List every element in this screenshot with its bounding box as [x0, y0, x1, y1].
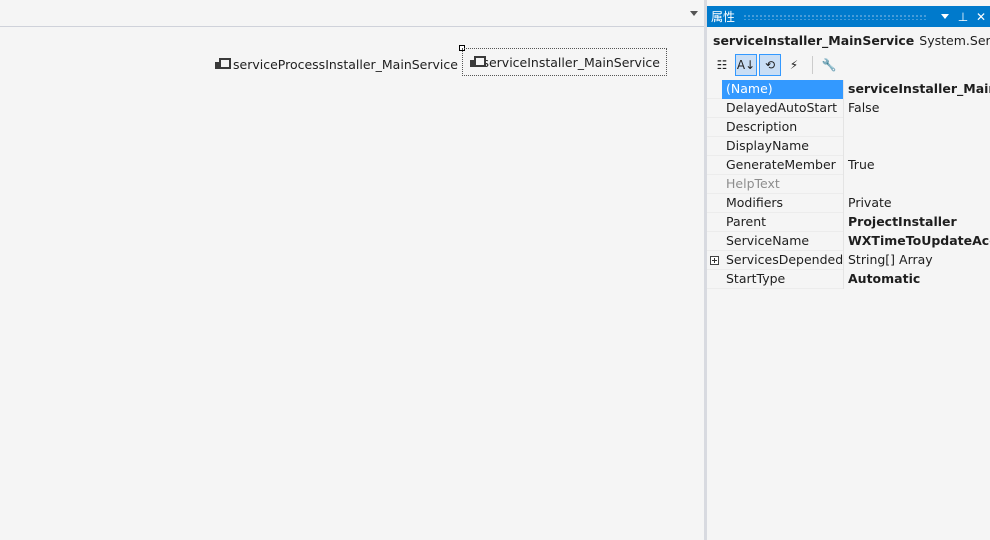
property-row[interactable]: (Name) serviceInstaller_MainService [707, 80, 990, 99]
component-label: serviceProcessInstaller_MainService [233, 56, 458, 72]
object-type: System.Service [919, 32, 990, 48]
designer-surface[interactable]: serviceProcessInstaller_MainService serv… [0, 0, 704, 540]
property-name: GenerateMember [722, 156, 844, 175]
property-name: HelpText [722, 175, 844, 194]
properties-icon[interactable]: ⟲ [759, 54, 781, 76]
properties-panel: 属性 ⊥ ✕ serviceInstaller_MainService Syst… [707, 0, 990, 540]
property-name: Parent [722, 213, 844, 232]
property-value[interactable]: Automatic [844, 270, 990, 289]
component-icon [214, 57, 231, 71]
property-row[interactable]: GenerateMember True [707, 156, 990, 175]
component-service-process-installer[interactable]: serviceProcessInstaller_MainService [208, 50, 464, 78]
events-icon[interactable]: ⚡ [783, 54, 805, 76]
chevron-down-icon[interactable] [690, 11, 698, 16]
property-value[interactable]: ProjectInstaller [844, 213, 990, 232]
property-name: Description [722, 118, 844, 137]
chevron-down-icon[interactable] [941, 14, 949, 19]
property-value[interactable]: False [844, 99, 990, 118]
property-value[interactable]: WXTimeToUpdateAccessToken [844, 232, 990, 251]
property-name: DelayedAutoStart [722, 99, 844, 118]
categorized-icon[interactable]: ☷ [711, 54, 733, 76]
property-value[interactable]: serviceInstaller_MainService [844, 80, 990, 99]
property-row[interactable]: DelayedAutoStart False [707, 99, 990, 118]
property-value[interactable]: True [844, 156, 990, 175]
property-row[interactable]: Modifiers Private [707, 194, 990, 213]
close-icon[interactable]: ✕ [972, 10, 990, 24]
property-grid: (Name) serviceInstaller_MainService Dela… [707, 80, 990, 289]
designer-tab-bar [0, 0, 704, 27]
property-value[interactable]: Private [844, 194, 990, 213]
object-selector[interactable]: serviceInstaller_MainService System.Serv… [707, 29, 990, 51]
object-name: serviceInstaller_MainService [713, 32, 915, 48]
properties-title-bar: 属性 ⊥ ✕ [707, 6, 990, 27]
property-name: ServicesDependedOn [722, 251, 844, 270]
property-name: Modifiers [722, 194, 844, 213]
toolbar-separator [812, 56, 813, 74]
property-value[interactable] [844, 118, 990, 137]
property-value[interactable]: String[] Array [844, 251, 990, 270]
property-name: StartType [722, 270, 844, 289]
property-row[interactable]: Parent ProjectInstaller [707, 213, 990, 232]
property-value[interactable] [844, 175, 990, 194]
alphabetical-icon[interactable]: A↓ [735, 54, 757, 76]
property-name: DisplayName [722, 137, 844, 156]
property-row[interactable]: ServicesDependedOn String[] Array [707, 251, 990, 270]
title-grip[interactable] [743, 13, 928, 20]
property-row[interactable]: ServiceName WXTimeToUpdateAccessToken [707, 232, 990, 251]
panel-title: 属性 [711, 10, 736, 24]
pin-icon[interactable]: ⊥ [954, 10, 972, 24]
property-value[interactable] [844, 137, 990, 156]
property-name: ServiceName [722, 232, 844, 251]
property-row[interactable]: StartType Automatic [707, 270, 990, 289]
properties-toolbar: ☷ A↓ ⟲ ⚡ 🔧 [707, 53, 990, 77]
property-pages-icon[interactable]: 🔧 [818, 54, 840, 76]
expand-plus-icon[interactable] [710, 256, 719, 265]
property-row[interactable]: Description [707, 118, 990, 137]
property-row[interactable]: DisplayName [707, 137, 990, 156]
component-icon [469, 55, 487, 69]
component-service-installer[interactable]: serviceInstaller_MainService [462, 48, 667, 76]
component-label: serviceInstaller_MainService [482, 54, 660, 70]
property-row[interactable]: HelpText [707, 175, 990, 194]
property-name: (Name) [722, 80, 844, 99]
